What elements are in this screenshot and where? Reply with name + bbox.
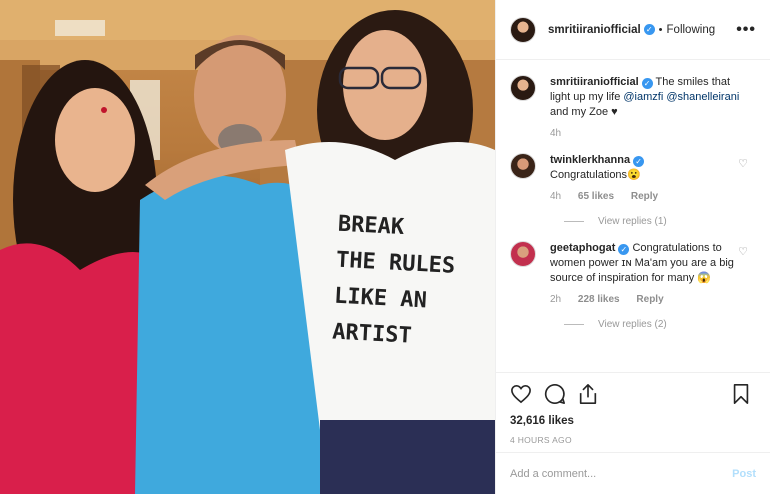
mention-link[interactable]: @iamzfi: [623, 91, 663, 103]
shirt-text-line: ARTIST: [331, 319, 413, 349]
header-username[interactable]: smritiiraniofficial: [548, 24, 641, 36]
comments-list[interactable]: smritiiraniofficial ✓ The smiles that lig…: [496, 61, 770, 371]
comment-meta: 2h 228 likes Reply: [550, 292, 740, 307]
comment-time[interactable]: 4h: [550, 191, 561, 202]
comment-item: geetaphogat ✓ Congratulations to women po…: [510, 241, 756, 307]
avatar[interactable]: [510, 75, 536, 101]
reply-button[interactable]: Reply: [631, 191, 658, 202]
post-side-panel: smritiiraniofficial ✓ • Following ••• sm…: [495, 0, 770, 494]
verified-badge-icon: ✓: [641, 78, 653, 89]
comment-likes[interactable]: 228 likes: [578, 294, 620, 305]
action-icons: [510, 381, 756, 407]
comment-meta: 4h 65 likes Reply: [550, 189, 740, 204]
share-icon[interactable]: [578, 383, 598, 405]
post-photo[interactable]: BREAK THE RULES LIKE AN ARTIST: [0, 0, 495, 494]
likes-count[interactable]: 32,616 likes: [510, 415, 756, 427]
bookmark-icon[interactable]: [732, 383, 750, 405]
comment-input[interactable]: [510, 467, 733, 480]
post-header: smritiiraniofficial ✓ • Following •••: [496, 0, 770, 60]
avatar[interactable]: [510, 153, 536, 179]
verified-badge-icon: ✓: [633, 156, 645, 167]
separator-dot: •: [658, 23, 663, 36]
heart-icon[interactable]: [510, 384, 532, 404]
avatar[interactable]: [510, 16, 536, 43]
comment-username[interactable]: geetaphogat: [550, 242, 615, 254]
view-replies-label[interactable]: View replies (2): [598, 319, 667, 330]
more-options-icon[interactable]: •••: [736, 21, 756, 39]
heart-emoji: ♥: [611, 106, 618, 118]
verified-badge-icon: ✓: [618, 244, 630, 255]
comment-item: twinklerkhanna ✓ Congratulations😮 4h 65 l…: [510, 153, 756, 204]
avatar[interactable]: [510, 241, 536, 267]
view-replies-label[interactable]: View replies (1): [598, 216, 667, 227]
add-comment-bar: Post: [496, 452, 770, 494]
view-replies[interactable]: View replies (1): [564, 216, 756, 227]
comment-body: twinklerkhanna ✓ Congratulations😮 4h 65 l…: [550, 153, 740, 204]
comment-icon[interactable]: [544, 383, 566, 405]
comment-text: Congratulations😮: [550, 169, 641, 181]
divider-line: [564, 221, 584, 222]
comment-time[interactable]: 2h: [550, 294, 561, 305]
post-button[interactable]: Post: [732, 468, 756, 480]
caption-meta: 4h: [550, 126, 740, 141]
comment-username[interactable]: twinklerkhanna: [550, 154, 630, 166]
caption-username[interactable]: smritiiraniofficial: [550, 76, 639, 88]
comment-likes[interactable]: 65 likes: [578, 191, 614, 202]
comment-like-heart-icon[interactable]: ♡: [738, 245, 748, 258]
caption-text: and my Zoe: [550, 106, 609, 118]
post-actions: 32,616 likes 4 HOURS AGO: [496, 372, 770, 445]
caption-time[interactable]: 4h: [550, 128, 561, 139]
posted-time[interactable]: 4 HOURS AGO: [510, 435, 756, 445]
caption-body: smritiiraniofficial ✓ The smiles that lig…: [550, 75, 740, 141]
verified-badge-icon: ✓: [643, 24, 655, 35]
comment-like-heart-icon[interactable]: ♡: [738, 157, 748, 170]
mention-link[interactable]: @shanelleirani: [666, 91, 739, 103]
comment-body: geetaphogat ✓ Congratulations to women po…: [550, 241, 740, 307]
divider-line: [564, 324, 584, 325]
shirt-text: BREAK THE RULES LIKE AN ARTIST: [331, 207, 468, 358]
caption: smritiiraniofficial ✓ The smiles that lig…: [510, 75, 756, 141]
reply-button[interactable]: Reply: [636, 294, 663, 305]
view-replies[interactable]: View replies (2): [564, 319, 756, 330]
following-button[interactable]: Following: [667, 24, 716, 36]
